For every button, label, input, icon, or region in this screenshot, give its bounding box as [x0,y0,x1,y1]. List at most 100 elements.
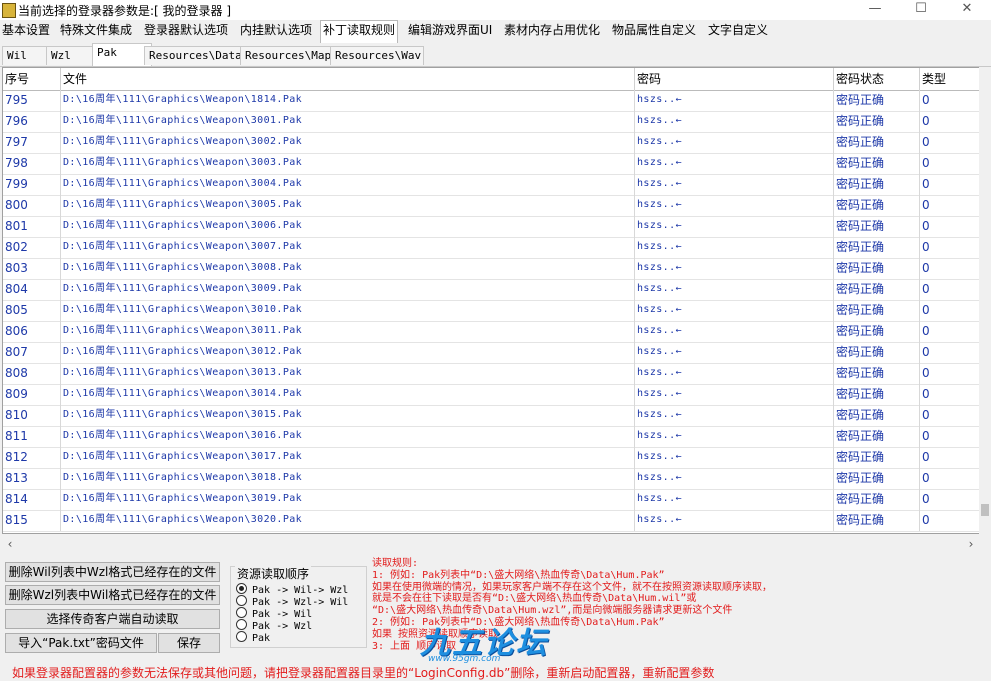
cell-type[interactable]: 0 [920,300,980,321]
radio-order-option[interactable]: Pak -> Wzl-> Wil [236,595,348,608]
cell-index[interactable]: 815 [3,510,61,531]
cell-status[interactable]: 密码正确 [834,300,920,321]
cell-file[interactable]: D:\16周年\111\Graphics\Weapon\3010.Pak [61,300,635,321]
cell-type[interactable]: 0 [920,384,980,405]
tab-launcher-defaults[interactable]: 登录器默认选项 [142,21,230,41]
cell-index[interactable]: 796 [3,111,61,132]
table-row[interactable]: 795 D:\16周年\111\Graphics\Weapon\1814.Pak h… [3,90,980,112]
cell-index[interactable]: 802 [3,237,61,258]
cell-password[interactable]: hszs..← [635,216,834,237]
cell-type[interactable]: 0 [920,363,980,384]
cell-file[interactable]: D:\16周年\111\Graphics\Weapon\3008.Pak [61,258,635,279]
cell-status[interactable]: 密码正确 [834,258,920,279]
cell-type[interactable]: 0 [920,132,980,153]
cell-index[interactable]: 795 [3,90,61,111]
header-type[interactable]: 类型 [920,68,980,90]
cell-type[interactable]: 0 [920,195,980,216]
cell-type[interactable]: 0 [920,174,980,195]
cell-password[interactable]: hszs..← [635,489,834,510]
cell-password[interactable]: hszs..← [635,90,834,111]
cell-index[interactable]: 805 [3,300,61,321]
cell-password[interactable]: hszs..← [635,300,834,321]
cell-index[interactable]: 807 [3,342,61,363]
cell-file[interactable]: D:\16周年\111\Graphics\Weapon\3016.Pak [61,426,635,447]
cell-type[interactable]: 0 [920,90,980,111]
cell-status[interactable]: 密码正确 [834,342,920,363]
vertical-scrollbar[interactable] [979,67,991,534]
table-row[interactable]: 814 D:\16周年\111\Graphics\Weapon\3019.Pak h… [3,489,980,511]
cell-password[interactable]: hszs..← [635,363,834,384]
radio-order-option[interactable]: Pak -> Wil [236,607,312,620]
cell-file[interactable]: D:\16周年\111\Graphics\Weapon\3020.Pak [61,510,635,531]
cell-password[interactable]: hszs..← [635,321,834,342]
cell-status[interactable]: 密码正确 [834,153,920,174]
table-row[interactable]: 796 D:\16周年\111\Graphics\Weapon\3001.Pak h… [3,111,980,133]
tab-text-custom[interactable]: 文字自定义 [706,21,770,41]
subtab-wzl[interactable]: Wzl [46,46,94,65]
cell-type[interactable]: 0 [920,510,980,531]
cell-file[interactable]: D:\16周年\111\Graphics\Weapon\3006.Pak [61,216,635,237]
table-row[interactable]: 807 D:\16周年\111\Graphics\Weapon\3012.Pak h… [3,342,980,364]
cell-index[interactable]: 799 [3,174,61,195]
table-row[interactable]: 805 D:\16周年\111\Graphics\Weapon\3010.Pak h… [3,300,980,322]
cell-file[interactable]: D:\16周年\111\Graphics\Weapon\3004.Pak [61,174,635,195]
header-password[interactable]: 密码 [635,68,834,90]
scroll-right-icon[interactable]: › [963,535,979,553]
cell-index[interactable]: 797 [3,132,61,153]
table-row[interactable]: 801 D:\16周年\111\Graphics\Weapon\3006.Pak h… [3,216,980,238]
cell-type[interactable]: 0 [920,468,980,489]
subtab-wil[interactable]: Wil [2,46,50,65]
cell-type[interactable]: 0 [920,321,980,342]
tab-item-attributes[interactable]: 物品属性自定义 [610,21,698,41]
table-row[interactable]: 806 D:\16周年\111\Graphics\Weapon\3011.Pak h… [3,321,980,343]
cell-status[interactable]: 密码正确 [834,426,920,447]
cell-status[interactable]: 密码正确 [834,384,920,405]
cell-password[interactable]: hszs..← [635,447,834,468]
cell-file[interactable]: D:\16周年\111\Graphics\Weapon\3017.Pak [61,447,635,468]
cell-file[interactable]: D:\16周年\111\Graphics\Weapon\3002.Pak [61,132,635,153]
cell-index[interactable]: 800 [3,195,61,216]
cell-type[interactable]: 0 [920,405,980,426]
import-pak-button[interactable]: 导入“Pak.txt”密码文件 [5,633,157,653]
cell-status[interactable]: 密码正确 [834,174,920,195]
cell-password[interactable]: hszs..← [635,279,834,300]
scroll-left-icon[interactable]: ‹ [2,535,18,553]
header-status[interactable]: 密码状态 [834,68,920,90]
table-row[interactable]: 804 D:\16周年\111\Graphics\Weapon\3009.Pak h… [3,279,980,301]
cell-password[interactable]: hszs..← [635,510,834,531]
cell-index[interactable]: 809 [3,384,61,405]
cell-type[interactable]: 0 [920,153,980,174]
cell-index[interactable]: 806 [3,321,61,342]
cell-index[interactable]: 801 [3,216,61,237]
cell-status[interactable]: 密码正确 [834,405,920,426]
radio-order-option[interactable]: Pak -> Wil-> Wzl [236,583,348,596]
cell-file[interactable]: D:\16周年\111\Graphics\Weapon\1814.Pak [61,90,635,111]
cell-status[interactable]: 密码正确 [834,321,920,342]
cell-file[interactable]: D:\16周年\111\Graphics\Weapon\3015.Pak [61,405,635,426]
horizontal-scrollbar[interactable]: ‹ › [2,535,979,553]
table-row[interactable]: 798 D:\16周年\111\Graphics\Weapon\3003.Pak h… [3,153,980,175]
cell-status[interactable]: 密码正确 [834,279,920,300]
table-row[interactable]: 803 D:\16周年\111\Graphics\Weapon\3008.Pak h… [3,258,980,280]
minimize-button[interactable]: — [852,0,898,20]
cell-password[interactable]: hszs..← [635,237,834,258]
radio-order-option[interactable]: Pak [236,631,270,644]
cell-index[interactable]: 813 [3,468,61,489]
cell-index[interactable]: 804 [3,279,61,300]
cell-password[interactable]: hszs..← [635,426,834,447]
cell-password[interactable]: hszs..← [635,258,834,279]
cell-status[interactable]: 密码正确 [834,510,920,531]
cell-status[interactable]: 密码正确 [834,447,920,468]
cell-file[interactable]: D:\16周年\111\Graphics\Weapon\3009.Pak [61,279,635,300]
subtab-resources-wav[interactable]: Resources\Wav [330,46,424,65]
header-file[interactable]: 文件 [61,68,635,90]
cell-type[interactable]: 0 [920,258,980,279]
cell-status[interactable]: 密码正确 [834,216,920,237]
cell-file[interactable]: D:\16周年\111\Graphics\Weapon\3003.Pak [61,153,635,174]
tab-basic-settings[interactable]: 基本设置 [0,21,52,41]
cell-file[interactable]: D:\16周年\111\Graphics\Weapon\3019.Pak [61,489,635,510]
table-row[interactable]: 799 D:\16周年\111\Graphics\Weapon\3004.Pak h… [3,174,980,196]
table-row[interactable]: 810 D:\16周年\111\Graphics\Weapon\3015.Pak h… [3,405,980,427]
cell-password[interactable]: hszs..← [635,153,834,174]
subtab-pak[interactable]: Pak [92,43,152,66]
